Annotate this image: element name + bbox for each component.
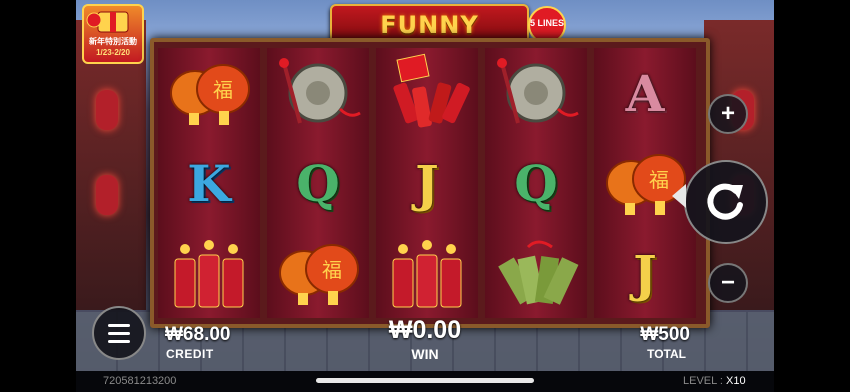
- svg-text:福: 福: [213, 78, 233, 102]
- firecracker-bundle-symbol: [376, 48, 478, 138]
- firecracker-bundle-icon: [393, 53, 470, 128]
- firecracker-symbol: [158, 228, 260, 318]
- reel-frame: 福KQ福JQA福J: [150, 38, 710, 328]
- reel-2: Q福: [267, 48, 369, 318]
- gift-icon: [86, 11, 129, 33]
- spin-button[interactable]: [684, 160, 768, 244]
- symbol-j: J: [376, 138, 478, 228]
- win-value: ₩0.00: [388, 316, 462, 344]
- letter-symbol: J: [633, 243, 657, 303]
- firecracker-icon: [174, 240, 244, 308]
- lantern-icon: 福: [170, 64, 250, 125]
- gong-symbol: [485, 48, 587, 138]
- credit-value: ₩68.00: [165, 324, 231, 345]
- symbol-k: K: [158, 138, 260, 228]
- win-label: WIN: [411, 346, 439, 362]
- level-value: X10: [726, 375, 746, 387]
- lantern-symbol: 福: [594, 138, 696, 228]
- letter-symbol: K: [187, 153, 231, 213]
- lantern-symbol: 福: [267, 228, 369, 318]
- lantern-symbol: 福: [158, 48, 260, 138]
- firecracker-symbol: [376, 228, 478, 318]
- lantern-icon: 福: [279, 244, 359, 305]
- refresh-icon: [707, 183, 743, 220]
- credit-label: CREDIT: [166, 347, 214, 361]
- menu-button[interactable]: [92, 306, 146, 360]
- symbol-q: Q: [267, 138, 369, 228]
- promo-dates: 1/23-2/20: [96, 48, 130, 57]
- hanging-lantern-icon: [96, 175, 118, 215]
- reel-5: A 福 J: [594, 48, 696, 318]
- gong-icon: [279, 58, 361, 124]
- symbol-q: Q: [485, 138, 587, 228]
- minus-icon: −: [720, 269, 735, 296]
- lantern-icon: 福: [606, 154, 686, 215]
- promo-title: 新年特別活動: [89, 37, 137, 46]
- gong-symbol: [267, 48, 369, 138]
- symbol-j: J: [594, 228, 696, 318]
- level-indicator: LEVEL : X10: [683, 375, 746, 387]
- new-year-event-badge[interactable]: 新年特別活動 1/23-2/20: [82, 4, 144, 64]
- game-stage: 新年特別活動 1/23-2/20 FUNNY ALPACA 5 LINES 福K…: [0, 0, 850, 392]
- gong-icon: [497, 58, 579, 124]
- hanging-lantern-icon: [96, 90, 118, 130]
- reel-3: J: [376, 48, 478, 318]
- total-bet-value[interactable]: ₩500: [620, 324, 690, 346]
- bet-decrease-button[interactable]: −: [708, 263, 748, 303]
- reel-4: Q: [485, 48, 587, 318]
- plus-icon: +: [720, 100, 735, 127]
- letter-symbol: Q: [514, 153, 558, 213]
- jade-fan-symbol: [485, 228, 587, 318]
- jade-fan-icon: [498, 240, 579, 305]
- letter-symbol: A: [625, 63, 665, 123]
- letter-symbol: J: [415, 153, 439, 213]
- session-id: 720581213200: [103, 375, 177, 387]
- symbol-a: A: [594, 48, 696, 138]
- home-indicator[interactable]: [316, 378, 534, 383]
- svg-text:福: 福: [649, 168, 669, 192]
- level-label: LEVEL :: [683, 375, 723, 387]
- hamburger-icon: [108, 323, 130, 327]
- firecracker-icon: [392, 240, 462, 308]
- reel-1: 福K: [158, 48, 260, 318]
- letter-symbol: Q: [296, 153, 340, 213]
- spin-arrow-indicator: [672, 184, 686, 208]
- total-bet-label: TOTAL: [647, 347, 686, 361]
- bet-increase-button[interactable]: +: [708, 94, 748, 134]
- svg-text:福: 福: [322, 258, 342, 282]
